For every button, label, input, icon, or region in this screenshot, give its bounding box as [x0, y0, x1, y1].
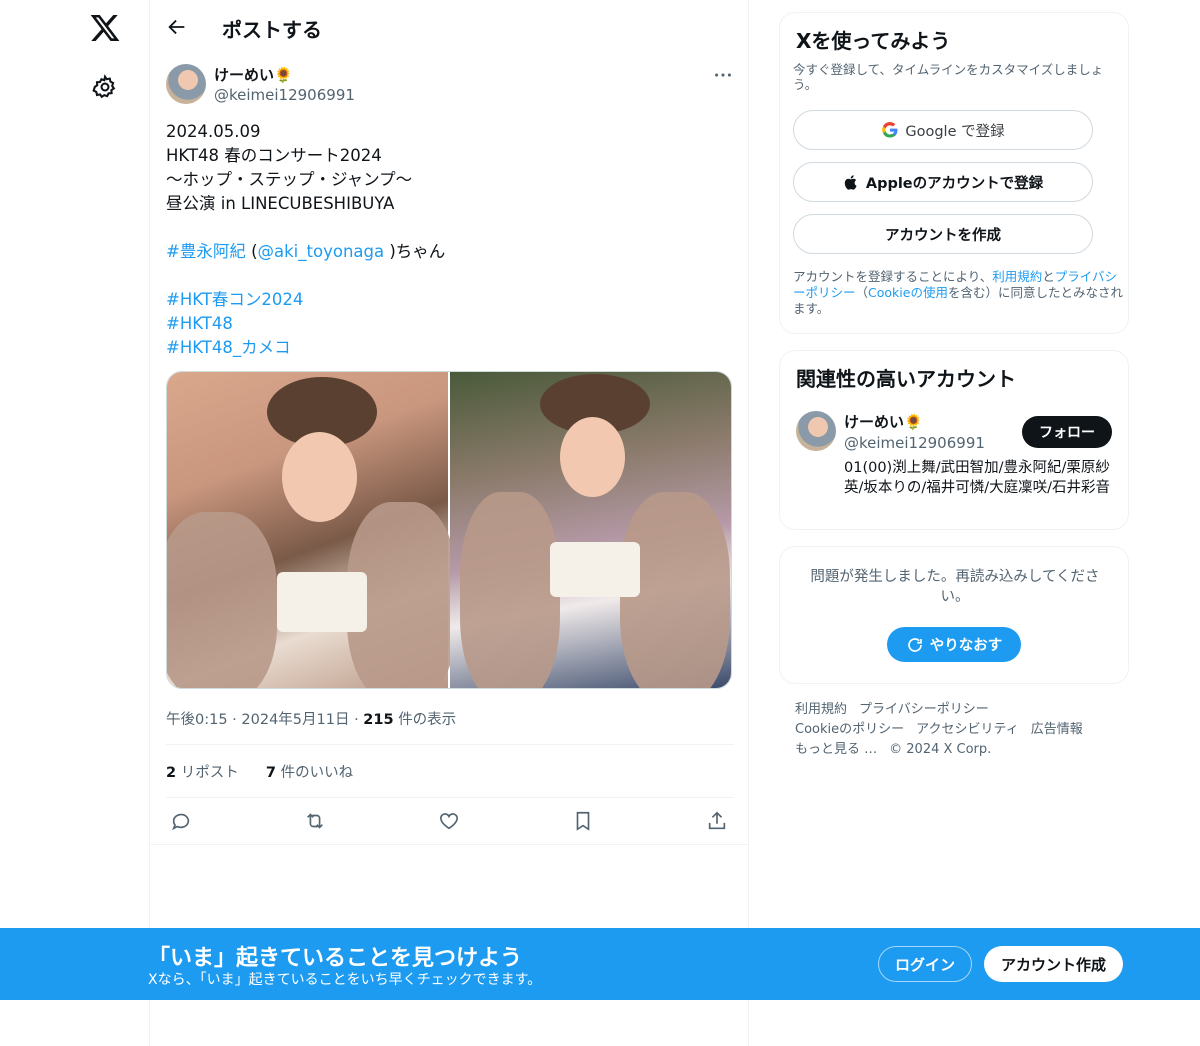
main-column: ポストする けーめい🌻 @keimei12906991 2024.05.09 H… [149, 0, 749, 1046]
left-nav [0, 0, 150, 1046]
footer-link[interactable]: 広告情報 [1031, 722, 1083, 737]
cookie-link[interactable]: Cookieの使用 [868, 285, 948, 300]
signup-card-title: Xを使ってみよう [796, 29, 951, 53]
related-card-title: 関連性の高いアカウント [796, 367, 1016, 391]
avatar[interactable] [796, 411, 836, 451]
retry-button[interactable]: やりなおす [887, 627, 1021, 662]
reply-icon[interactable] [170, 810, 192, 832]
related-account-name[interactable]: けーめい🌻 [844, 411, 923, 432]
more-options-icon[interactable] [712, 64, 734, 86]
banner-title: 「いま」起きていることを見つけよう [148, 946, 523, 971]
post-text: 2024.05.09 HKT48 春のコンサート2024 〜ホップ・ステップ・ジ… [166, 120, 726, 360]
google-signup-button[interactable]: Google で登録 [793, 110, 1093, 150]
divider [150, 844, 748, 845]
post-line: 昼公演 in LINECUBESHIBUYA [166, 194, 395, 213]
post-actions [166, 808, 736, 836]
google-signup-label: Google で登録 [905, 123, 1005, 140]
create-account-label: アカウントを作成 [885, 227, 1001, 244]
meta-separator: · [232, 712, 237, 728]
post-media [166, 371, 732, 689]
hashtag-link[interactable]: #HKT48_カメコ [166, 336, 726, 360]
apple-signup-button[interactable]: Appleのアカウントで登録 [793, 162, 1093, 202]
divider [166, 744, 734, 745]
footer-links: 利用規約 プライバシーポリシー Cookieのポリシー アクセシビリティ 広告情報 も… [795, 700, 1115, 760]
signup-button[interactable]: アカウント作成 [984, 946, 1123, 982]
related-accounts-card: 関連性の高いアカウント けーめい🌻 @keimei12906991 フォロー 0… [779, 350, 1129, 530]
avatar[interactable] [166, 64, 206, 104]
reposts-count[interactable]: 2 [166, 765, 176, 781]
error-message: 問題が発生しました。再読み込みしてください。 [810, 569, 1100, 605]
post-stats: 2 リポスト 7 件のいいね [166, 761, 353, 782]
footer-link[interactable]: もっと見る … [795, 742, 877, 757]
author-name[interactable]: けーめい🌻 [214, 64, 293, 85]
post-date[interactable]: 2024年5月11日 [241, 712, 349, 728]
footer-link[interactable]: アクセシビリティ [916, 722, 1019, 737]
apple-signup-label: Appleのアカウントで登録 [865, 175, 1044, 192]
legal-paren: （ [855, 285, 869, 300]
x-logo-icon[interactable] [89, 12, 121, 44]
signup-legal-text: アカウントを登録することにより、利用規約とプライバシーポリシー（Cookieの使… [793, 269, 1123, 317]
post-line: 2024.05.09 [166, 122, 261, 141]
likes-count[interactable]: 7 [266, 765, 276, 781]
footer-link[interactable]: Cookieのポリシー [795, 722, 904, 737]
signup-card: Xを使ってみよう 今すぐ登録して、タイムラインをカスタマイズしましょう。 Goo… [779, 12, 1129, 334]
post-meta: 午後0:15 · 2024年5月11日 · 215 件の表示 [166, 708, 456, 729]
author-handle[interactable]: @keimei12906991 [214, 86, 355, 104]
views-label: 件の表示 [398, 712, 457, 728]
page-header: ポストする [150, 0, 748, 54]
footer-link[interactable]: 利用規約 [795, 702, 847, 717]
terms-link[interactable]: 利用規約 [992, 269, 1042, 284]
reposts-label[interactable]: リポスト [181, 765, 239, 781]
like-icon[interactable] [438, 810, 460, 832]
banner-subtitle: Xなら、「いま」起きていることをいち早くチェックできます。 [148, 972, 542, 988]
share-icon[interactable] [706, 810, 728, 832]
post-photo[interactable] [167, 372, 457, 688]
legal-prefix: アカウントを登録することにより、 [793, 269, 993, 284]
hashtag-link[interactable]: #HKT春コン2024 [166, 288, 726, 312]
post-line: 〜ホップ・ステップ・ジャンプ〜 [166, 170, 413, 189]
post-line: HKT48 春のコンサート2024 [166, 146, 382, 165]
hashtag-link[interactable]: #豊永阿紀 [166, 242, 246, 261]
meta-separator: · [354, 712, 359, 728]
legal-and: と [1042, 269, 1055, 284]
divider [166, 797, 734, 798]
apple-icon [843, 174, 860, 191]
footer-link[interactable]: プライバシーポリシー [859, 702, 989, 717]
arrow-left-icon[interactable] [166, 16, 188, 38]
gear-icon[interactable] [92, 74, 118, 100]
signup-card-subtitle: 今すぐ登録して、タイムラインをカスタマイズしましょう。 [793, 62, 1104, 92]
mention-suffix: )ちゃん [384, 242, 446, 261]
hashtag-link[interactable]: #HKT48 [166, 312, 726, 336]
create-account-button[interactable]: アカウントを作成 [793, 214, 1093, 254]
post-time[interactable]: 午後0:15 [166, 712, 228, 728]
mention-link[interactable]: @aki_toyonaga [258, 242, 385, 261]
views-count: 215 [363, 712, 394, 728]
copyright: © 2024 X Corp. [889, 742, 992, 757]
post-mention-line: #豊永阿紀 (@aki_toyonaga )ちゃん [166, 240, 726, 264]
retry-label: やりなおす [929, 638, 1003, 654]
related-account-bio: 01(00)渕上舞/武田智加/豊永阿紀/栗原紗英/坂本りの/福井可憐/大庭凜咲/… [844, 460, 1111, 496]
error-card: 問題が発生しました。再読み込みしてください。 やりなおす [779, 546, 1129, 684]
login-button[interactable]: ログイン [878, 946, 972, 982]
paren-open: ( [245, 242, 258, 261]
post-photo[interactable] [450, 372, 731, 688]
page-title: ポストする [222, 18, 322, 42]
related-account-handle[interactable]: @keimei12906991 [844, 434, 985, 452]
follow-button[interactable]: フォロー [1022, 416, 1112, 448]
repost-icon[interactable] [304, 810, 326, 832]
google-icon [881, 121, 899, 139]
signup-banner: 「いま」起きていることを見つけよう Xなら、「いま」起きていることをいち早くチェ… [0, 928, 1200, 1000]
likes-label[interactable]: 件のいいね [281, 765, 354, 781]
refresh-icon [906, 636, 924, 654]
bookmark-icon[interactable] [572, 810, 594, 832]
